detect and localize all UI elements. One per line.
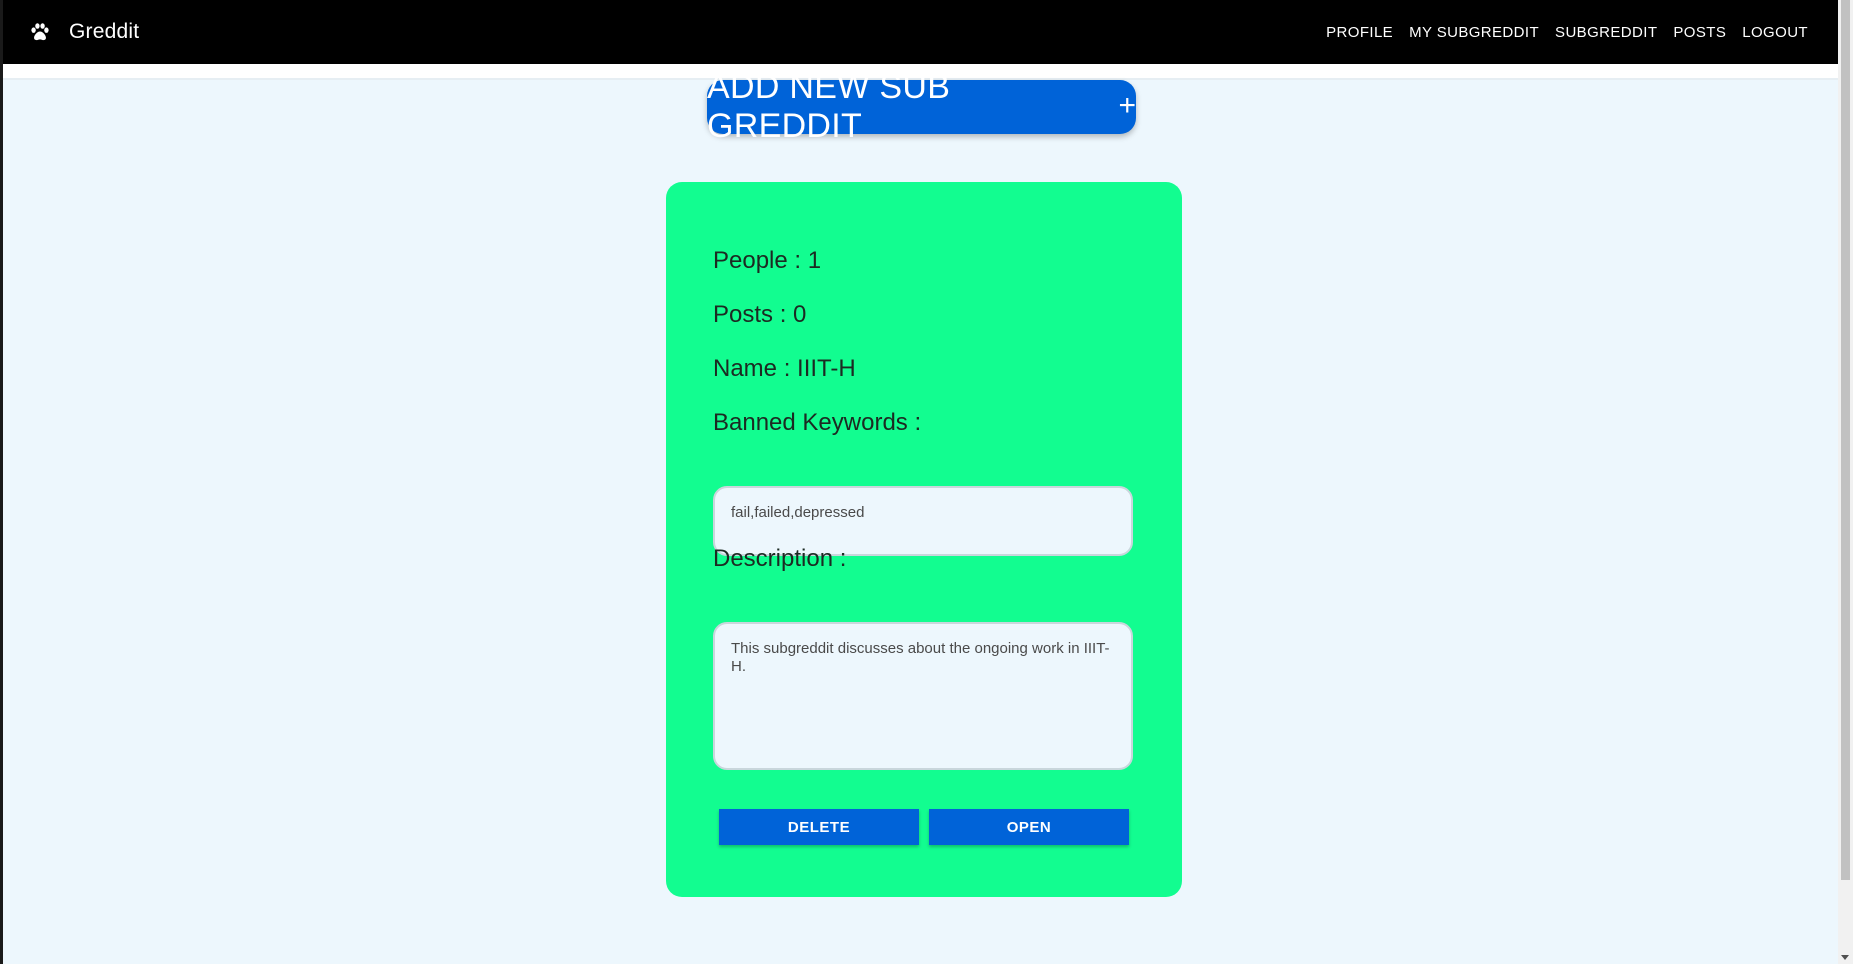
paw-icon: [27, 19, 53, 45]
plus-icon: +: [1118, 89, 1136, 122]
subgreddit-card: People : 1 Posts : 0 Name : IIIT-H Banne…: [666, 182, 1182, 897]
description-label: Description :: [713, 545, 847, 572]
scrollbar-thumb[interactable]: [1841, 0, 1850, 880]
brand[interactable]: Greddit: [27, 19, 139, 45]
top-app-bar: Greddit PROFILE MY SUBGREDDIT SUBGREDDIT…: [3, 0, 1838, 64]
people-count: People : 1: [713, 247, 822, 274]
nav-posts[interactable]: POSTS: [1665, 16, 1734, 49]
nav-logout[interactable]: LOGOUT: [1734, 16, 1816, 49]
top-nav: PROFILE MY SUBGREDDIT SUBGREDDIT POSTS L…: [1318, 0, 1816, 64]
vertical-scrollbar[interactable]: [1838, 0, 1853, 964]
nav-profile[interactable]: PROFILE: [1318, 16, 1401, 49]
nav-my-subgreddit[interactable]: MY SUBGREDDIT: [1401, 16, 1547, 49]
app-title: Greddit: [69, 20, 140, 43]
add-button-label: ADD NEW SUB GREDDIT: [707, 68, 951, 145]
open-button[interactable]: OPEN: [929, 809, 1129, 845]
nav-subgreddit[interactable]: SUBGREDDIT: [1547, 16, 1665, 49]
description-field[interactable]: This subgreddit discusses about the ongo…: [713, 622, 1133, 770]
scroll-down-arrow-icon[interactable]: [1841, 955, 1849, 960]
banned-keywords-label: Banned Keywords :: [713, 409, 922, 436]
page: Greddit PROFILE MY SUBGREDDIT SUBGREDDIT…: [0, 0, 1838, 964]
posts-count: Posts : 0: [713, 301, 807, 328]
subgreddit-name: Name : IIIT-H: [713, 355, 856, 382]
add-new-subgreddit-button[interactable]: ADD NEW SUB GREDDIT +: [707, 68, 1136, 145]
delete-button[interactable]: DELETE: [719, 809, 919, 845]
